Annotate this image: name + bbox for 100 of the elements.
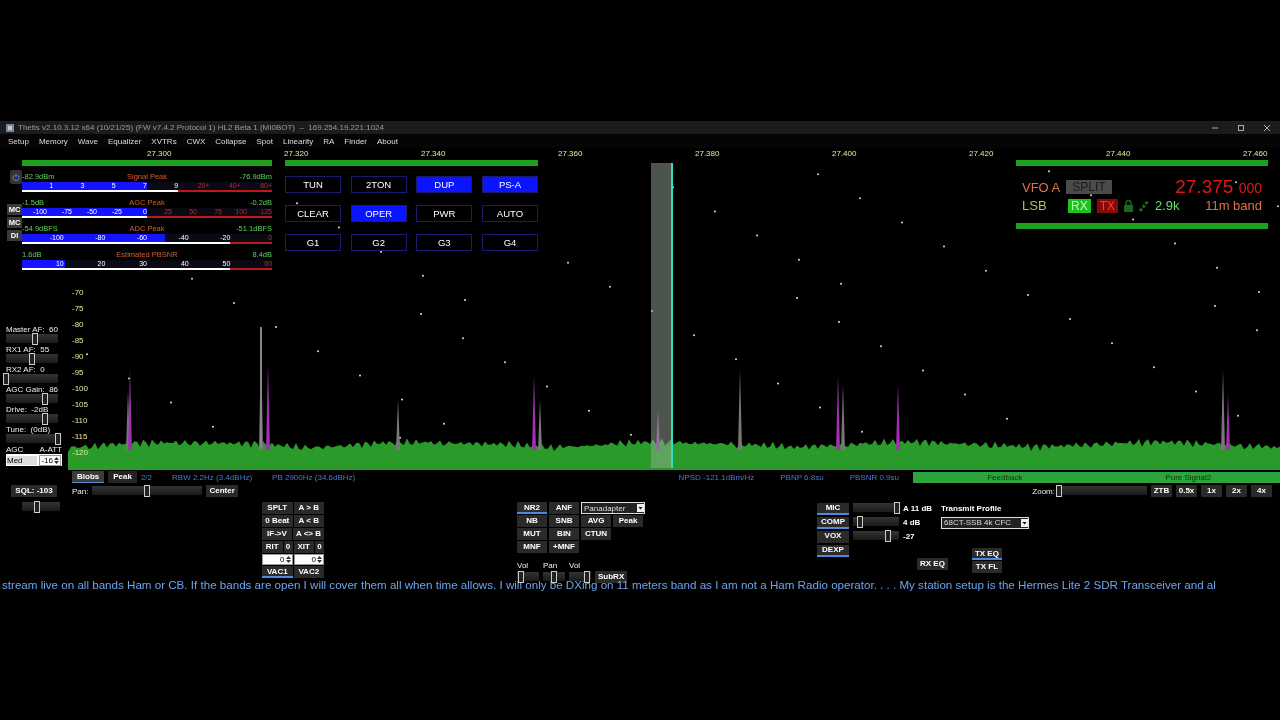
tx-button[interactable]: DEXP	[817, 544, 849, 557]
menu-item[interactable]: Setup	[8, 136, 29, 146]
vfo-button[interactable]: IF->V	[262, 528, 292, 540]
attenuator-spinner[interactable]: -16	[39, 454, 61, 466]
slider-handle[interactable]	[856, 516, 863, 528]
slider-handle[interactable]	[518, 571, 525, 583]
squelch-button[interactable]: SQL: -103	[11, 485, 57, 497]
dsp-button[interactable]: CTUN	[581, 528, 611, 540]
vfo-button[interactable]: XIT	[293, 541, 314, 553]
slider-handle[interactable]	[583, 571, 590, 583]
menu-item[interactable]: Spot	[256, 136, 273, 146]
dsp-button[interactable]: AVG	[581, 515, 611, 527]
offset-spinner[interactable]: 0	[262, 554, 293, 565]
zoom-button[interactable]: ZTB	[1151, 485, 1172, 497]
dsp-button[interactable]: +MNF	[549, 541, 579, 553]
tx-button[interactable]: VOX	[817, 530, 849, 543]
slider-handle[interactable]	[1056, 484, 1062, 497]
vfo-button[interactable]: VAC1	[262, 566, 293, 578]
dsp-button[interactable]: NR2	[517, 502, 547, 514]
zoom-button[interactable]: 4x	[1251, 485, 1272, 497]
eq-button[interactable]: TX FL	[971, 561, 1002, 573]
slider-handle[interactable]	[884, 530, 891, 542]
display-button[interactable]: Peak	[108, 471, 137, 483]
function-button[interactable]: 2TON	[350, 176, 407, 193]
slider-handle[interactable]	[551, 571, 557, 583]
dsp-button[interactable]: SNB	[549, 515, 579, 527]
dsp-button[interactable]: NB	[517, 515, 547, 527]
function-button[interactable]: G3	[416, 234, 473, 251]
center-button[interactable]: Center	[206, 485, 238, 497]
slider-handle[interactable]	[34, 501, 41, 513]
close-icon[interactable]	[1264, 124, 1270, 131]
readout: RBW 2.2Hz (3.4dBHz)	[172, 472, 253, 482]
vfo-frequency[interactable]: 27.375 000	[1175, 176, 1262, 198]
offset-value: 0	[315, 541, 324, 553]
spin-arrows-icon[interactable]	[317, 555, 322, 564]
spin-arrows-icon[interactable]	[285, 555, 291, 564]
slider-handle[interactable]	[3, 373, 9, 385]
menu-item[interactable]: Finder	[344, 136, 367, 146]
menu-item[interactable]: XVTRs	[151, 136, 177, 146]
menu-item[interactable]: Collapse	[215, 136, 247, 146]
zoom-button[interactable]: 2x	[1226, 485, 1247, 497]
function-button[interactable]: TUN	[285, 176, 341, 193]
maximize-icon[interactable]	[1238, 124, 1244, 131]
menu-item[interactable]: CWX	[186, 136, 206, 146]
vfo-button[interactable]: SPLT	[262, 502, 293, 514]
eq-button[interactable]: RX EQ	[917, 558, 948, 570]
profile-dropdown[interactable]: 68CT-SSB 4k CFC	[941, 516, 1029, 529]
puresignal-tab[interactable]: Pure Signal2	[1096, 471, 1280, 483]
vfo-button[interactable]: A < B	[293, 515, 324, 527]
tx-button[interactable]: MIC	[817, 502, 849, 515]
minimize-icon[interactable]	[1212, 124, 1218, 131]
display-button[interactable]: Blobs	[72, 471, 105, 483]
vfo-button[interactable]: A > B	[293, 502, 324, 514]
menu-item[interactable]: Linearity	[282, 136, 314, 146]
zoom-button[interactable]: 1x	[1201, 485, 1222, 497]
passband-highlight[interactable]	[651, 163, 673, 468]
slider-handle[interactable]	[42, 393, 48, 405]
function-button[interactable]: G2	[350, 234, 407, 251]
function-button[interactable]: OPER	[350, 205, 407, 222]
puresignal-tab[interactable]: Feedback	[913, 471, 1097, 483]
display-mode-dropdown[interactable]: Panadapter	[581, 502, 645, 514]
vfo-button[interactable]: RIT	[262, 541, 283, 553]
slider-handle[interactable]	[31, 333, 38, 345]
dsp-button[interactable]: MNF	[517, 541, 547, 553]
zoom-button[interactable]: 0.5x	[1176, 485, 1197, 497]
tx-button[interactable]: COMP	[817, 516, 849, 529]
menu-item[interactable]: Wave	[77, 136, 98, 146]
function-button[interactable]: PWR	[416, 205, 473, 222]
slider-handle[interactable]	[144, 484, 151, 497]
function-button[interactable]: AUTO	[481, 205, 538, 222]
dsp-button[interactable]: Peak	[613, 515, 643, 527]
power-button[interactable]	[10, 170, 22, 184]
dsp-button[interactable]: ANF	[549, 502, 579, 514]
menu-item[interactable]: Equalizer	[107, 136, 142, 146]
eq-button[interactable]: TX EQ	[971, 548, 1002, 560]
vfo-button[interactable]: VAC2	[293, 566, 324, 578]
function-button[interactable]: CLEAR	[285, 205, 341, 222]
offset-spinner[interactable]: 0	[293, 554, 324, 565]
dsp-button[interactable]: MUT	[517, 528, 547, 540]
slider-handle[interactable]	[42, 413, 48, 425]
db-label: -110	[72, 416, 88, 425]
slider-handle[interactable]	[893, 502, 900, 514]
slider-handle[interactable]	[55, 433, 61, 445]
function-button[interactable]: PS-A	[481, 176, 538, 193]
menu-item[interactable]: Memory	[38, 136, 68, 146]
function-button[interactable]: G1	[285, 234, 341, 251]
function-button[interactable]: DUP	[416, 176, 473, 193]
slider-handle[interactable]	[29, 353, 35, 365]
function-button[interactable]: G4	[481, 234, 538, 251]
spin-arrows-icon[interactable]	[54, 455, 59, 465]
dsp-button[interactable]: BIN	[549, 528, 579, 540]
lock-icon[interactable]	[1124, 199, 1133, 212]
agc-mode-field[interactable]: Med	[7, 455, 38, 465]
slider-label: Drive: -2dB	[6, 405, 50, 414]
vfo-button[interactable]: 0 Beat	[262, 515, 293, 527]
menu-item[interactable]: RA	[323, 136, 335, 146]
link-icon[interactable]	[1139, 199, 1149, 212]
menu-item[interactable]: About	[377, 136, 398, 146]
offset-value: 0	[283, 541, 293, 553]
vfo-button[interactable]: A <> B	[292, 528, 324, 540]
